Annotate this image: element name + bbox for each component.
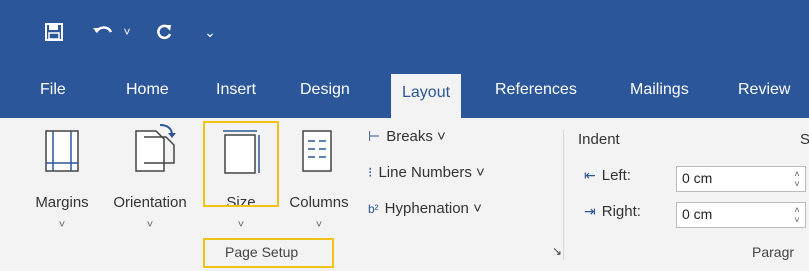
orientation-chevron-icon: ˅: [146, 219, 154, 231]
quick-access-toolbar: ˅ ⌄: [0, 0, 809, 62]
orientation-button[interactable]: Orientation ˅: [102, 121, 198, 241]
indent-left-label-row: ⇤ Left:: [584, 167, 631, 184]
tab-design[interactable]: Design: [300, 62, 350, 118]
breaks-label: Breaks ˅: [386, 128, 446, 145]
orientation-label: Orientation: [113, 194, 187, 211]
hyphenation-icon: b²: [368, 201, 379, 216]
indent-left-label: Left:: [601, 167, 631, 184]
columns-icon: [302, 130, 332, 172]
tab-mailings[interactable]: Mailings: [630, 62, 689, 118]
line-numbers-icon: ⁝: [368, 164, 373, 180]
undo-dropdown[interactable]: ˅: [120, 18, 134, 46]
indent-right-value: 0 cm: [682, 206, 713, 222]
tab-references[interactable]: References: [495, 62, 577, 118]
columns-chevron-icon: ˅: [315, 219, 323, 231]
orientation-icon: [135, 124, 176, 172]
hyphenation-label: Hyphenation ˅: [384, 200, 482, 217]
margins-label: Margins: [35, 194, 89, 211]
page-setup-highlight-box: [203, 238, 334, 268]
indent-left-spinner-icon[interactable]: ˄ ˅: [791, 169, 803, 189]
indent-right-input[interactable]: 0 cm ˄ ˅: [676, 202, 806, 228]
indent-right-spinner-icon[interactable]: ˄ ˅: [791, 205, 803, 225]
size-chevron-icon: ˅: [237, 219, 245, 231]
indent-left-input[interactable]: 0 cm ˄ ˅: [676, 166, 806, 192]
tab-layout[interactable]: Layout: [391, 74, 462, 118]
ribbon-tabs: File Home Insert Design Layout Reference…: [0, 62, 809, 118]
hyphenation-button[interactable]: b² Hyphenation ˅: [368, 200, 482, 217]
margins-button[interactable]: Margins ˅: [22, 121, 102, 241]
indent-left-value: 0 cm: [682, 170, 713, 186]
indent-left-icon: ⇤: [584, 167, 596, 183]
group-divider: [563, 130, 564, 260]
page-setup-launcher-icon[interactable]: ↘: [552, 244, 562, 258]
margins-icon: [45, 130, 79, 172]
tab-home[interactable]: Home: [126, 62, 169, 118]
paragraph-group-label: Paragr: [752, 244, 795, 260]
line-numbers-label: Line Numbers ˅: [378, 164, 485, 181]
tab-insert[interactable]: Insert: [216, 62, 256, 118]
columns-label: Columns: [289, 194, 349, 211]
indent-right-icon: ⇥: [584, 203, 596, 219]
tab-review[interactable]: Review: [738, 62, 790, 118]
spacing-title-partial: S: [800, 131, 809, 148]
redo-icon[interactable]: [150, 18, 178, 46]
indent-right-label-row: ⇥ Right:: [584, 203, 641, 220]
breaks-button[interactable]: ⊢ Breaks ˅: [368, 128, 446, 145]
margins-chevron-icon: ˅: [58, 219, 66, 231]
save-icon[interactable]: [40, 18, 68, 46]
customize-toolbar-icon[interactable]: ⌄: [203, 18, 217, 46]
breaks-icon: ⊢: [368, 128, 381, 144]
undo-icon[interactable]: [88, 18, 118, 46]
indent-title: Indent: [578, 131, 620, 148]
line-numbers-button[interactable]: ⁝ Line Numbers ˅: [368, 164, 485, 181]
indent-right-label: Right:: [601, 203, 641, 220]
size-highlight-box: [203, 121, 279, 207]
tab-file[interactable]: File: [40, 62, 66, 118]
columns-button[interactable]: Columns ˅: [281, 121, 357, 241]
